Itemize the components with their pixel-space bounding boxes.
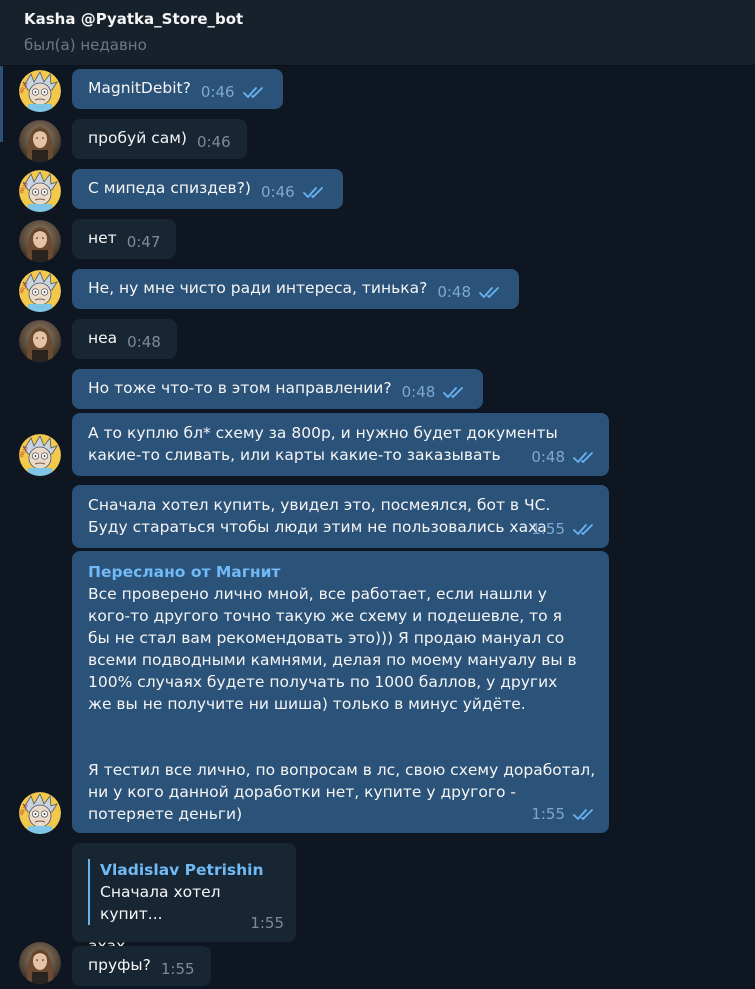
double-check-icon xyxy=(479,285,503,299)
message-text: А то куплю бл* схему за 800р, и нужно бу… xyxy=(88,424,558,464)
message-time: 1:55 xyxy=(250,914,284,932)
double-check-icon xyxy=(443,385,467,399)
reply-author: Vladislav Petrishin xyxy=(100,861,264,879)
message-bubble-incoming[interactable]: Vladislav Petrishin Сначала хотел купит.… xyxy=(72,843,296,955)
message-bubble-outgoing[interactable]: Сначала хотел купить, увидел это, посмея… xyxy=(72,485,609,548)
message-text: нет xyxy=(88,229,117,247)
message-time: 0:46 xyxy=(200,83,235,101)
forwarded-message-bubble[interactable]: Переслано от Магнит Все проверено лично … xyxy=(72,551,609,833)
double-check-icon xyxy=(573,522,597,536)
message-time: 1:55 xyxy=(531,805,565,823)
message-bubble-incoming[interactable]: неа 0:48 xyxy=(72,319,177,359)
message-time: 0:48 xyxy=(401,383,436,401)
message-time: 0:46 xyxy=(260,183,295,201)
message-time: 0:48 xyxy=(437,283,471,301)
message-time: 0:48 xyxy=(531,448,565,466)
message-bubble-outgoing[interactable]: MagnitDebit? 0:46 xyxy=(72,69,283,109)
peer-avatar[interactable] xyxy=(19,320,61,362)
message-time: 1:55 xyxy=(531,520,565,538)
chat-title[interactable]: Kasha @Pyatka_Store_bot xyxy=(24,10,243,28)
double-check-icon xyxy=(573,450,597,464)
user-avatar[interactable]: WUB xyxy=(19,270,61,312)
message-text-paragraph: Я тестил все лично, по вопросам в лс, св… xyxy=(88,761,596,823)
peer-avatar[interactable] xyxy=(19,942,61,984)
message-text: Все проверено лично мной, все работает, … xyxy=(88,585,577,713)
message-text: пруфы? xyxy=(88,956,151,974)
message-text: Не, ну мне чисто ради интереса, тинька? xyxy=(88,279,428,297)
message-time: 0:48 xyxy=(127,333,161,351)
message-text: MagnitDebit? xyxy=(88,79,191,97)
user-avatar[interactable]: WUB xyxy=(19,170,61,212)
forwarded-from-label[interactable]: Переслано от Магнит xyxy=(88,561,593,583)
message-bubble-outgoing[interactable]: А то куплю бл* схему за 800р, и нужно бу… xyxy=(72,413,609,476)
message-text: Но тоже что-то в этом направлении? xyxy=(88,379,392,397)
message-bubble-outgoing[interactable]: Не, ну мне чисто ради интереса, тинька? 0… xyxy=(72,269,519,309)
peer-avatar[interactable] xyxy=(19,120,61,162)
double-check-icon xyxy=(242,85,267,99)
message-time: 0:46 xyxy=(196,133,231,151)
message-time: 0:47 xyxy=(126,233,161,251)
message-bubble-incoming[interactable]: нет 0:47 xyxy=(72,219,177,259)
message-text: С мипеда спиздев?) xyxy=(88,179,251,197)
user-avatar[interactable]: WUB xyxy=(19,434,61,476)
chat-header[interactable]: Kasha @Pyatka_Store_bot был(а) недавно xyxy=(0,0,755,66)
message-bubble-incoming[interactable]: пробуй сам) 0:46 xyxy=(72,119,247,159)
message-bubble-outgoing[interactable]: С мипеда спиздев?) 0:46 xyxy=(72,169,343,209)
user-avatar[interactable]: WUB xyxy=(19,792,61,834)
user-avatar[interactable]: WUB xyxy=(19,70,61,112)
message-text: неа xyxy=(88,329,118,347)
message-bubble-outgoing[interactable]: Но тоже что-то в этом направлении? 0:48 xyxy=(72,369,484,409)
peer-avatar[interactable] xyxy=(19,220,61,262)
double-check-icon xyxy=(573,807,597,821)
message-text: пробуй сам) xyxy=(88,129,187,147)
message-text: Сначала хотел купить, увидел это, посмея… xyxy=(88,496,551,536)
message-time: 1:55 xyxy=(160,960,195,978)
chat-status: был(а) недавно xyxy=(24,36,147,54)
unread-marker xyxy=(0,66,3,142)
double-check-icon xyxy=(302,185,327,199)
message-bubble-incoming[interactable]: пруфы? 1:55 xyxy=(72,946,211,986)
